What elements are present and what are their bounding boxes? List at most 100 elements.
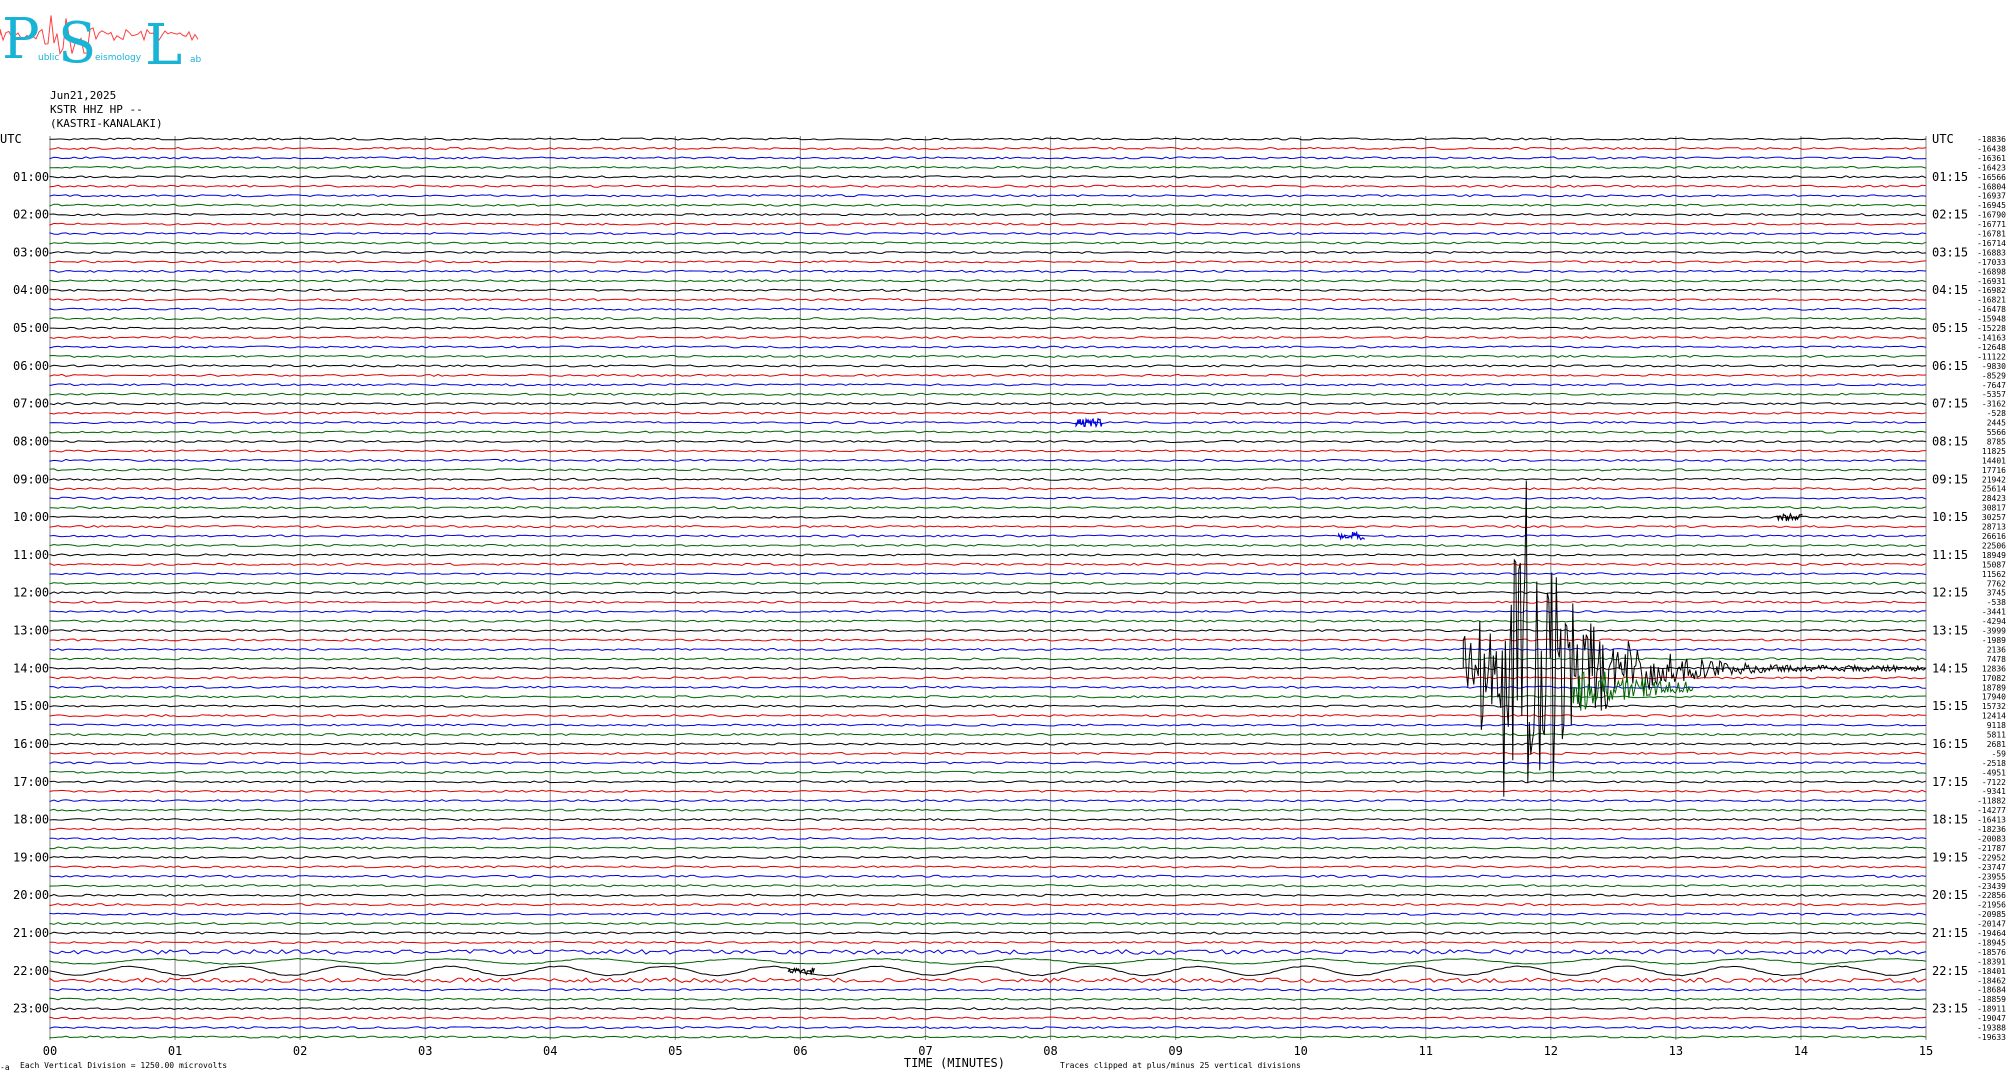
trace-90: [49, 988, 1927, 992]
trace-7: [49, 203, 1927, 207]
trace-68: [49, 780, 1927, 784]
offset-label: -16883: [1977, 248, 2006, 257]
right-time-label: 12:15: [1932, 586, 1968, 600]
offset-label: -20147: [1977, 920, 2006, 929]
trace-64: [49, 742, 1927, 746]
trace-42: [49, 534, 1927, 538]
offset-label: -3441: [1982, 608, 2006, 617]
trace-82: [49, 912, 1927, 916]
offset-label: -18236: [1977, 825, 2006, 834]
offset-label: 22506: [1982, 542, 2006, 551]
offset-label: -16945: [1977, 201, 2006, 210]
right-time-label: 19:15: [1932, 850, 1968, 864]
x-tick-label: 12: [1544, 1044, 1558, 1058]
offset-label: -21956: [1977, 901, 2006, 910]
trace-18: [49, 307, 1927, 311]
trace-70: [49, 799, 1927, 803]
offset-label: -19047: [1977, 1014, 2006, 1023]
right-time-label: 01:15: [1932, 170, 1968, 184]
left-time-label: 11:00: [13, 548, 49, 562]
x-tick-label: 05: [668, 1044, 682, 1058]
offset-label: -16937: [1977, 192, 2006, 201]
trace-74: [49, 836, 1927, 841]
trace-63: [49, 732, 1927, 737]
offset-label: -23747: [1977, 863, 2006, 872]
offset-label: -15228: [1977, 324, 2006, 333]
trace-78: [49, 874, 1927, 878]
offset-label: -16931: [1977, 277, 2006, 286]
trace-76: [49, 855, 1927, 859]
trace-47: [49, 581, 1927, 585]
x-tick-label: 00: [43, 1044, 57, 1058]
left-time-label: 07:00: [13, 397, 49, 411]
trace-2: [49, 156, 1927, 160]
right-time-label: 02:15: [1932, 208, 1968, 222]
helicorder-chart: UTC 01:00 02:00 03:00 04:00 05:00 06:00 07:00 08…: [0, 132, 2006, 1072]
x-tick-label: 09: [1168, 1044, 1182, 1058]
trace-46: [49, 572, 1927, 576]
trace-9: [49, 222, 1927, 226]
offset-label: -16804: [1977, 182, 2006, 191]
trace-22: [49, 345, 1927, 349]
footer-corner-mark: -a: [0, 1063, 10, 1072]
offset-label: -8529: [1982, 371, 2006, 380]
offset-label: 21942: [1982, 475, 2006, 484]
offset-label: 7478: [1987, 655, 2006, 664]
left-time-label: 23:00: [13, 1002, 49, 1016]
trace-95: [49, 1035, 1927, 1039]
trace-83: [49, 922, 1927, 926]
trace-61: [49, 714, 1927, 718]
left-time-label: 16:00: [13, 737, 49, 751]
trace-92: [49, 1007, 1927, 1011]
x-tick-label: 04: [543, 1044, 557, 1058]
offset-label: 11825: [1982, 447, 2006, 456]
trace-16: [49, 288, 1927, 292]
trace-60: [49, 704, 1927, 708]
offset-label: 18949: [1982, 551, 2006, 560]
left-time-label: 03:00: [13, 245, 49, 259]
trace-69: [49, 789, 1927, 793]
offset-label: 5566: [1987, 428, 2006, 437]
trace-0: [49, 137, 1927, 141]
offset-label: -22856: [1977, 891, 2006, 900]
offset-label: -7647: [1982, 381, 2006, 390]
offset-label: -18684: [1977, 986, 2006, 995]
trace-23: [49, 354, 1927, 358]
left-time-label: 08:00: [13, 435, 49, 449]
offset-label: -20985: [1977, 910, 2006, 919]
trace-53: [50, 638, 1927, 642]
left-time-label: 10:00: [13, 510, 49, 524]
left-time-label: 17:00: [13, 775, 49, 789]
trace-72: [49, 818, 1927, 822]
offset-label: -11122: [1977, 352, 2006, 361]
trace-79: [49, 884, 1927, 888]
offset-label: -16413: [1977, 816, 2006, 825]
left-time-label: 02:00: [13, 208, 49, 222]
offset-label: 30817: [1982, 504, 2006, 513]
trace-33: [49, 449, 1927, 453]
x-tick-label: 15: [1919, 1044, 1933, 1058]
trace-49: [49, 600, 1927, 604]
trace-80: [49, 893, 1927, 897]
offset-label: -3999: [1982, 627, 2006, 636]
trace-30: [49, 421, 1926, 425]
offset-label: 12414: [1982, 712, 2006, 721]
x-tick-label: 08: [1043, 1044, 1057, 1058]
x-tick-label: 03: [418, 1044, 432, 1058]
trace-84: [49, 931, 1926, 935]
trace-4: [49, 175, 1927, 179]
offset-label: -528: [1987, 409, 2006, 418]
trace-12: [49, 250, 1927, 255]
left-time-label: 12:00: [13, 586, 49, 600]
trace-27: [49, 392, 1927, 396]
offset-label: -14163: [1977, 334, 2006, 343]
offset-label: 2136: [1987, 645, 2006, 654]
offset-label: -18911: [1977, 1005, 2006, 1014]
offset-label: -23955: [1977, 872, 2006, 881]
trace-14: [49, 269, 1927, 273]
right-time-label: 05:15: [1932, 321, 1968, 335]
trace-77: [49, 865, 1926, 869]
trace-25: [49, 373, 1927, 377]
left-time-label: 15:00: [13, 699, 49, 713]
right-time-label: 15:15: [1932, 699, 1968, 713]
